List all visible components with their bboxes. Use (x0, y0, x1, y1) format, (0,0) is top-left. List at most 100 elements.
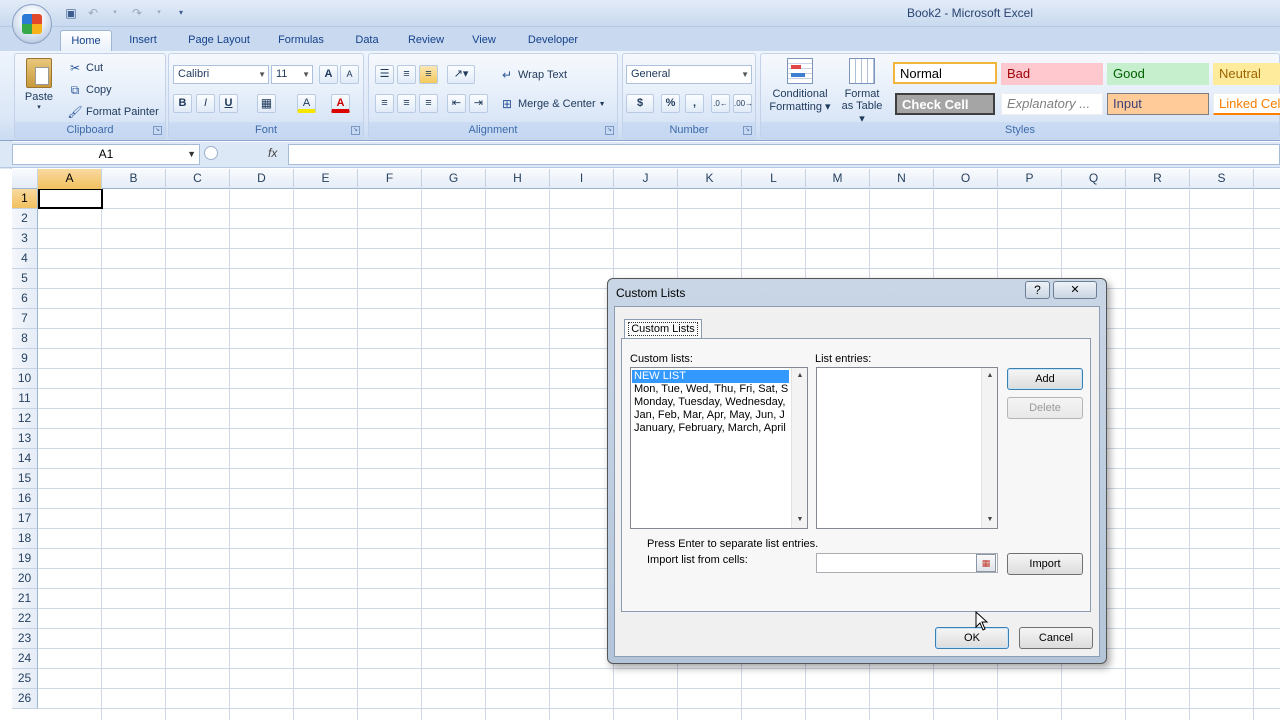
tab-insert[interactable]: Insert (118, 30, 168, 51)
currency-button[interactable]: $ (626, 94, 654, 113)
column-header[interactable]: F (358, 169, 422, 189)
format-as-table-button[interactable]: Format as Table ▾ (839, 58, 885, 125)
scroll-up-icon[interactable]: ▲ (982, 368, 998, 384)
row-header[interactable]: 26 (12, 689, 38, 709)
active-cell[interactable] (38, 188, 103, 209)
comma-button[interactable]: , (685, 94, 704, 113)
custom-lists-listbox[interactable]: NEW LIST Mon, Tue, Wed, Thu, Fri, Sat, SM… (630, 367, 808, 529)
column-header[interactable]: O (934, 169, 998, 189)
percent-button[interactable]: % (661, 94, 680, 113)
font-size-select[interactable]: 11 ▼ (271, 65, 313, 84)
tab-home[interactable]: Home (60, 30, 112, 51)
custom-lists-scrollbar[interactable]: ▲ ▼ (791, 368, 807, 528)
row-header[interactable]: 21 (12, 589, 38, 609)
font-name-select[interactable]: Calibri ▼ (173, 65, 269, 84)
scroll-up-icon[interactable]: ▲ (792, 368, 808, 384)
italic-button[interactable]: I (196, 94, 215, 113)
column-header[interactable]: L (742, 169, 806, 189)
number-format-select[interactable]: General ▼ (626, 65, 752, 84)
align-top-icon[interactable]: ☰ (375, 65, 394, 84)
column-header[interactable]: Q (1062, 169, 1126, 189)
row-header[interactable]: 24 (12, 649, 38, 669)
style-linked-cell[interactable]: Linked Cel (1213, 93, 1280, 115)
style-bad[interactable]: Bad (1001, 63, 1103, 85)
style-input[interactable]: Input (1107, 93, 1209, 115)
row-header[interactable]: 5 (12, 269, 38, 289)
add-button[interactable]: Add (1007, 368, 1083, 390)
row-header[interactable]: 1 (12, 189, 38, 209)
style-explanatory[interactable]: Explanatory ... (1001, 93, 1103, 115)
column-header[interactable]: C (166, 169, 230, 189)
dialog-launcher-icon[interactable]: ↘ (605, 126, 614, 135)
style-neutral[interactable]: Neutral (1213, 63, 1280, 85)
row-header[interactable]: 2 (12, 209, 38, 229)
close-icon[interactable]: ✕ (1053, 281, 1097, 299)
align-right-icon[interactable]: ≡ (419, 94, 438, 113)
paste-button[interactable]: Paste ▾ (21, 58, 57, 118)
tab-formulas[interactable]: Formulas (270, 30, 332, 51)
column-header[interactable]: D (230, 169, 294, 189)
row-header[interactable]: 13 (12, 429, 38, 449)
row-header[interactable]: 4 (12, 249, 38, 269)
tab-page-layout[interactable]: Page Layout (180, 30, 258, 51)
row-header[interactable]: 12 (12, 409, 38, 429)
row-header[interactable]: 22 (12, 609, 38, 629)
insert-function-button[interactable]: fx (268, 146, 277, 160)
list-item[interactable]: Mon, Tue, Wed, Thu, Fri, Sat, S (632, 383, 789, 396)
column-header[interactable]: P (998, 169, 1062, 189)
decrease-decimal-icon[interactable]: .00→ (733, 94, 753, 113)
borders-icon[interactable]: ▦ (257, 94, 276, 113)
column-header[interactable]: J (614, 169, 678, 189)
cancel-button[interactable]: Cancel (1019, 627, 1093, 649)
list-item[interactable]: NEW LIST (632, 370, 789, 383)
dialog-titlebar[interactable]: Custom Lists ? ✕ (608, 279, 1106, 307)
align-middle-icon[interactable]: ≡ (397, 65, 416, 84)
list-item[interactable]: Monday, Tuesday, Wednesday, (632, 396, 789, 409)
column-header[interactable]: A (38, 169, 102, 189)
tab-custom-lists[interactable]: Custom Lists (624, 319, 702, 339)
tab-review[interactable]: Review (400, 30, 452, 51)
align-left-icon[interactable]: ≡ (375, 94, 394, 113)
column-header[interactable]: G (422, 169, 486, 189)
column-header[interactable]: K (678, 169, 742, 189)
bold-button[interactable]: B (173, 94, 192, 113)
underline-button[interactable]: U (219, 94, 238, 113)
select-all-corner[interactable] (12, 169, 38, 189)
name-box[interactable]: A1 ▼ (12, 144, 200, 165)
align-bottom-icon[interactable]: ≡ (419, 65, 438, 84)
tab-data[interactable]: Data (344, 30, 390, 51)
increase-indent-icon[interactable]: ⇥ (469, 94, 488, 113)
row-header[interactable]: 15 (12, 469, 38, 489)
style-good[interactable]: Good (1107, 63, 1209, 85)
import-button[interactable]: Import (1007, 553, 1083, 575)
row-header[interactable]: 14 (12, 449, 38, 469)
orientation-icon[interactable]: ↗▾ (447, 65, 475, 84)
column-header[interactable]: E (294, 169, 358, 189)
row-header[interactable]: 20 (12, 569, 38, 589)
increase-decimal-icon[interactable]: .0← (711, 94, 730, 113)
list-entries-scrollbar[interactable]: ▲ ▼ (981, 368, 997, 528)
shrink-font-button[interactable]: A (340, 65, 359, 84)
fill-color-button[interactable]: A (297, 94, 316, 113)
style-normal[interactable]: Normal (893, 62, 997, 84)
row-header[interactable]: 11 (12, 389, 38, 409)
dialog-launcher-icon[interactable]: ↘ (351, 126, 360, 135)
merge-center-button[interactable]: ⊞ Merge & Center ▼ (499, 96, 606, 112)
row-header[interactable]: 3 (12, 229, 38, 249)
row-header[interactable]: 7 (12, 309, 38, 329)
ok-button[interactable]: OK (935, 627, 1009, 649)
column-header[interactable]: N (870, 169, 934, 189)
list-item[interactable]: Jan, Feb, Mar, Apr, May, Jun, J (632, 409, 789, 422)
row-header[interactable]: 9 (12, 349, 38, 369)
office-button[interactable] (12, 4, 52, 44)
scroll-down-icon[interactable]: ▼ (982, 512, 998, 528)
tab-developer[interactable]: Developer (518, 30, 588, 51)
align-center-icon[interactable]: ≡ (397, 94, 416, 113)
dialog-launcher-icon[interactable]: ↘ (153, 126, 162, 135)
help-icon[interactable]: ? (1025, 281, 1050, 299)
row-header[interactable]: 8 (12, 329, 38, 349)
scroll-down-icon[interactable]: ▼ (792, 512, 808, 528)
row-header[interactable]: 16 (12, 489, 38, 509)
collapse-dialog-icon[interactable]: ▦ (976, 554, 996, 572)
row-header[interactable]: 6 (12, 289, 38, 309)
